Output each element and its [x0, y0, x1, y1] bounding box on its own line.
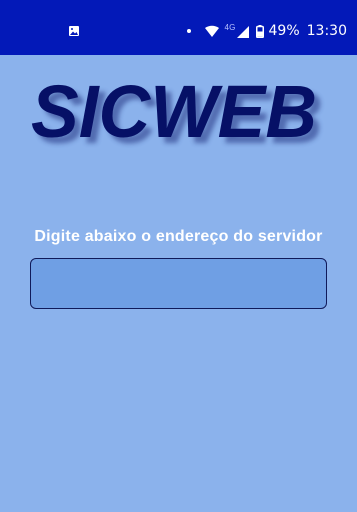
status-icons: 4G 49% 13:30: [187, 21, 347, 41]
server-address-prompt: Digite abaixo o endereço do servidor: [34, 228, 323, 245]
network-type-label: 4G: [224, 23, 236, 32]
server-address-input[interactable]: [30, 258, 327, 309]
sicweb-logo-text: SICWEB: [31, 72, 317, 153]
notification-dot-icon: [187, 29, 192, 33]
clock-time: 13:30: [306, 23, 347, 39]
battery-icon: [255, 24, 264, 38]
battery-percent: 49%: [268, 23, 300, 39]
status-bar: 4G 49% 13:30: [0, 0, 357, 55]
image-icon: [68, 24, 80, 36]
signal-icon: [236, 25, 249, 38]
wifi-icon: [204, 25, 220, 38]
sicweb-logo: SICWEB SICWEB: [31, 72, 323, 157]
